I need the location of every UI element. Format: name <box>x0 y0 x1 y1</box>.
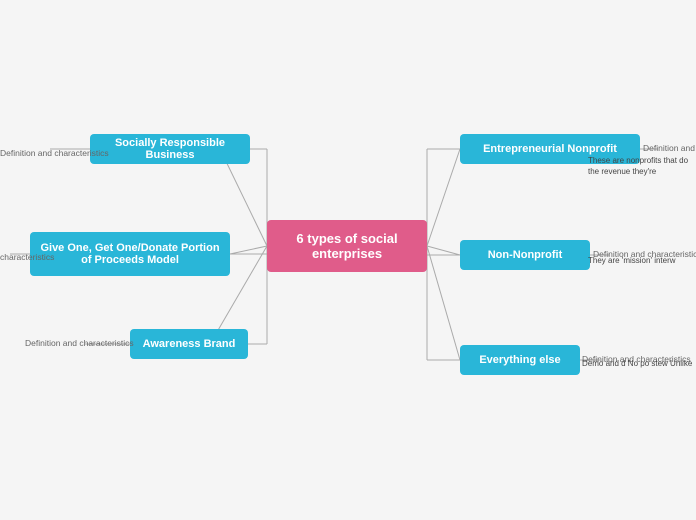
srb-label: Socially Responsible Business <box>100 137 240 161</box>
everything-desc: Demo and d No po stew Unlike <box>582 358 695 369</box>
awareness-label: Awareness Brand <box>143 338 236 350</box>
center-node[interactable]: 6 types of social enterprises <box>267 220 427 272</box>
awareness-connector-label: Definition and characteristics <box>25 338 134 348</box>
entrepreneurial-connector-label: Definition and characteristics <box>643 143 696 153</box>
everything-label: Everything else <box>479 354 560 366</box>
entrepreneurial-label: Entrepreneurial Nonprofit <box>483 143 617 155</box>
entrepreneurial-desc: These are nonprofits that do the revenue… <box>588 155 696 177</box>
mind-map: 6 types of social enterprises Socially R… <box>0 0 696 520</box>
srb-connector-label: Definition and characteristics <box>0 148 109 158</box>
give-one-connector-label: characteristics <box>0 252 54 262</box>
nonprofit-node[interactable]: Non-Nonprofit <box>460 240 590 270</box>
nonprofit-label: Non-Nonprofit <box>488 249 563 261</box>
center-node-label: 6 types of social enterprises <box>277 231 417 261</box>
awareness-node[interactable]: Awareness Brand <box>130 329 248 359</box>
give-one-label: Give One, Get One/Donate Portion of Proc… <box>40 242 220 266</box>
everything-node[interactable]: Everything else <box>460 345 580 375</box>
give-one-node[interactable]: Give One, Get One/Donate Portion of Proc… <box>30 232 230 276</box>
nonprofit-desc: They are 'mission' interw <box>588 255 696 266</box>
srb-node[interactable]: Socially Responsible Business <box>90 134 250 164</box>
